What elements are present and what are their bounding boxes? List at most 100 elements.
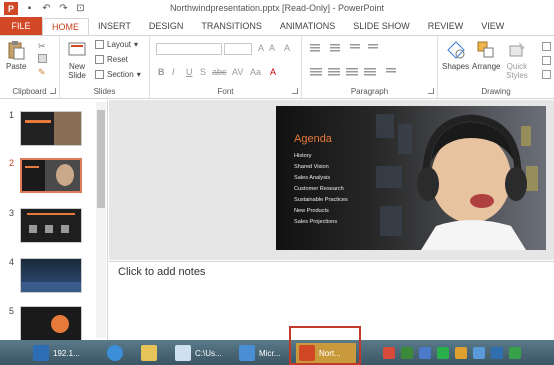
taskbar-item-microsoft[interactable]: Micr... — [236, 343, 280, 363]
new-slide-icon — [68, 42, 86, 56]
tab-home[interactable]: HOME — [42, 18, 89, 35]
current-slide[interactable]: Agenda History Shared Vision Sales Analy… — [276, 106, 546, 250]
taskbar-item-notepad[interactable]: C:\Us... — [172, 343, 222, 363]
character-spacing-button[interactable]: AV — [232, 67, 243, 77]
underline-button[interactable]: U — [186, 67, 193, 77]
agenda-item: Shared Vision — [294, 164, 329, 170]
agenda-item: History — [294, 153, 312, 159]
notepad-icon — [175, 345, 191, 361]
section-button[interactable]: Section ▾ — [95, 70, 141, 79]
tab-review[interactable]: REVIEW — [419, 17, 473, 35]
taskbar-highlight-box — [289, 326, 361, 365]
font-group: A A A B I U S abc AV Aa A Font — [150, 36, 302, 98]
shape-effects-icon[interactable] — [542, 70, 551, 79]
section-icon — [95, 70, 104, 79]
taskbar-item-label: 192.1... — [53, 348, 80, 358]
paragraph-launcher-icon[interactable] — [428, 88, 434, 94]
tray-app-icon[interactable] — [509, 347, 521, 359]
tab-view[interactable]: VIEW — [472, 17, 513, 35]
tray-app-icon[interactable] — [419, 347, 431, 359]
taskbar-item-explorer[interactable] — [138, 343, 157, 363]
agenda-item: Customer Research — [294, 186, 344, 192]
cut-icon[interactable]: ✂ — [38, 41, 47, 51]
shadow-button[interactable]: S — [200, 67, 206, 77]
taskbar-item-ie[interactable] — [104, 343, 123, 363]
thumb-number-5: 5 — [9, 306, 15, 316]
tab-insert[interactable]: INSERT — [89, 17, 140, 35]
shapes-icon — [446, 41, 465, 59]
slide-thumbnail-4[interactable] — [20, 258, 82, 293]
section-label: Section — [107, 70, 134, 79]
reset-label: Reset — [107, 55, 128, 64]
layout-label: Layout — [107, 40, 132, 49]
ribbon: Paste ✂ ✎ Clipboard New Slide Layout ▾ R… — [0, 35, 554, 99]
drawing-group-label: Drawing — [481, 87, 511, 96]
chevron-down-icon: ▾ — [136, 70, 141, 79]
thumb-number-1: 1 — [9, 110, 15, 120]
shape-outline-icon[interactable] — [542, 56, 551, 65]
agenda-list: History Shared Vision Sales Analysis Cus… — [294, 152, 348, 227]
tray-app-icon[interactable] — [383, 347, 395, 359]
bold-button[interactable]: B — [158, 67, 165, 77]
slide-editing-area: Agenda History Shared Vision Sales Analy… — [109, 100, 554, 260]
notes-placeholder: Click to add notes — [118, 266, 206, 278]
system-tray — [380, 343, 521, 363]
clipboard-group: Paste ✂ ✎ Clipboard — [0, 36, 60, 98]
font-launcher-icon[interactable] — [292, 88, 298, 94]
slide-thumbnail-pane: 1 2 3 4 5 — [0, 100, 108, 341]
remote-desktop-icon — [33, 345, 49, 361]
tab-slide-show[interactable]: SLIDE SHOW — [344, 17, 419, 35]
tray-app-icon[interactable] — [401, 347, 413, 359]
thumb-number-3: 3 — [9, 208, 15, 218]
shape-fill-icon[interactable] — [542, 42, 551, 51]
tab-animations[interactable]: ANIMATIONS — [271, 17, 344, 35]
slide-thumbnail-1[interactable] — [20, 111, 82, 146]
agenda-item: Sales Analysis — [294, 175, 331, 181]
paragraph-group-label: Paragraph — [350, 87, 389, 96]
agenda-item: Sustainable Practices — [294, 197, 348, 203]
clear-formatting-icon[interactable]: A — [284, 43, 290, 53]
tab-transitions[interactable]: TRANSITIONS — [192, 17, 271, 35]
reset-icon — [95, 55, 104, 64]
paragraph-controls-icon[interactable] — [308, 42, 432, 82]
font-name-combo[interactable] — [156, 43, 222, 55]
window-title: Northwindpresentation.pptx [Read-Only] -… — [169, 3, 385, 13]
paste-button[interactable]: Paste — [6, 40, 26, 71]
shapes-label: Shapes — [442, 62, 470, 71]
tab-file[interactable]: FILE — [0, 17, 42, 35]
layout-button[interactable]: Layout ▾ — [95, 40, 138, 49]
reset-button[interactable]: Reset — [95, 55, 128, 64]
folder-icon — [141, 345, 157, 361]
font-size-combo[interactable] — [224, 43, 252, 55]
scrollbar-thumb[interactable] — [97, 110, 105, 208]
strikethrough-button[interactable]: abc — [212, 67, 227, 77]
decrease-font-icon[interactable]: A — [269, 43, 275, 53]
tray-app-icon[interactable] — [473, 347, 485, 359]
taskbar-item-remote-desktop[interactable]: 192.1... — [30, 343, 80, 363]
new-slide-button[interactable]: New Slide — [64, 40, 90, 80]
quick-styles-label-1: Quick — [506, 62, 528, 71]
clipboard-launcher-icon[interactable] — [50, 88, 56, 94]
tray-app-icon[interactable] — [491, 347, 503, 359]
tab-design[interactable]: DESIGN — [140, 17, 193, 35]
arrange-button[interactable]: Arrange — [472, 40, 500, 71]
arrange-label: Arrange — [472, 62, 501, 71]
tray-app-icon[interactable] — [437, 347, 449, 359]
change-case-button[interactable]: Aa — [250, 67, 261, 77]
ribbon-tabs: FILE HOME INSERT DESIGN TRANSITIONS ANIM… — [0, 17, 554, 35]
copy-icon[interactable] — [38, 54, 47, 63]
slide-thumbnail-3[interactable] — [20, 208, 82, 243]
format-painter-icon[interactable]: ✎ — [38, 67, 47, 77]
quick-styles-button[interactable]: Quick Styles — [506, 40, 528, 80]
increase-font-icon[interactable]: A — [258, 43, 264, 53]
quick-styles-label-2: Styles — [506, 71, 528, 80]
tray-app-icon[interactable] — [455, 347, 467, 359]
slide-thumbnail-5[interactable] — [20, 306, 82, 341]
thumbnail-scrollbar[interactable] — [96, 102, 106, 338]
font-color-icon[interactable]: A — [270, 67, 276, 77]
shapes-button[interactable]: Shapes — [442, 40, 469, 71]
title-bar: P ▪ ↶ ↷ ⊡ Northwindpresentation.pptx [Re… — [0, 0, 554, 17]
italic-button[interactable]: I — [172, 67, 175, 77]
taskbar-item-label: C:\Us... — [195, 348, 222, 358]
slide-thumbnail-2[interactable] — [20, 158, 82, 193]
